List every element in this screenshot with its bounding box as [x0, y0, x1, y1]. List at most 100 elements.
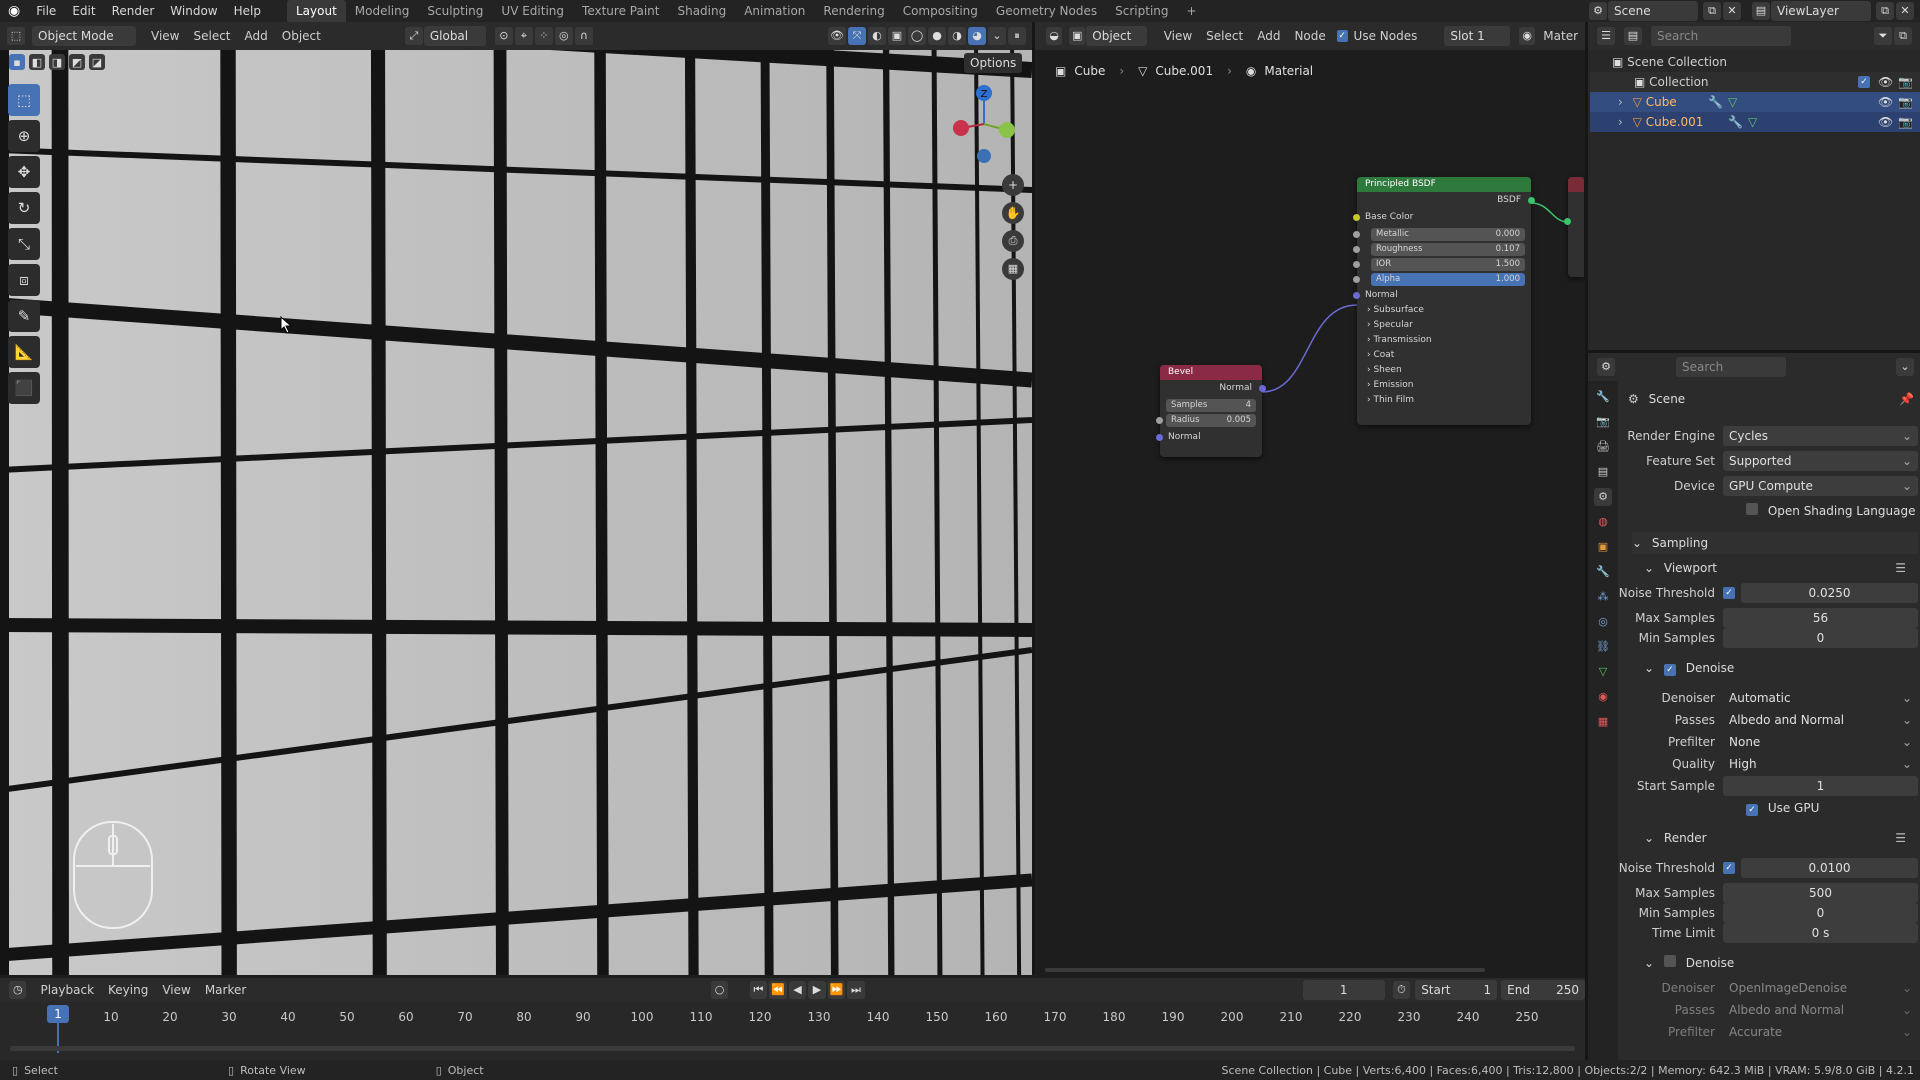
- camera-icon[interactable]: 📷: [1898, 112, 1913, 132]
- cursor-tool-icon[interactable]: ⊕: [8, 120, 40, 152]
- alpha-field[interactable]: Alpha 1.000: [1353, 273, 1525, 286]
- select-box-tool-icon[interactable]: ⬚: [8, 84, 40, 116]
- r-prefilter-dropdown[interactable]: Accurate: [1723, 1022, 1918, 1042]
- zoom-icon[interactable]: +: [1002, 174, 1024, 196]
- material-shading-icon[interactable]: ◑: [948, 27, 966, 45]
- rotate-tool-icon[interactable]: ↻: [8, 192, 40, 224]
- vp-denoise-subpanel-header[interactable]: ⌄ ✓ Denoise: [1644, 657, 1918, 679]
- panel-emission[interactable]: › Emission: [1357, 378, 1531, 393]
- material-output-node[interactable]: [1564, 177, 1584, 277]
- visibility-icon[interactable]: 👁: [828, 27, 846, 45]
- render-engine-dropdown[interactable]: Cycles: [1723, 426, 1918, 446]
- node-menu-select[interactable]: Select: [1199, 26, 1250, 46]
- outliner-search[interactable]: Search: [1651, 26, 1791, 46]
- annotate-tool-icon[interactable]: ✎: [8, 300, 40, 332]
- use-nodes-checkbox[interactable]: ✓: [1336, 30, 1348, 42]
- blender-logo-icon[interactable]: ◉: [0, 0, 28, 22]
- bevel-node-header[interactable]: Bevel: [1160, 365, 1262, 380]
- frame-end-field[interactable]: End 250: [1501, 980, 1585, 1000]
- tool-tab-icon[interactable]: 🔧: [1594, 388, 1612, 406]
- properties-type-icon[interactable]: ⚙: [1597, 358, 1615, 376]
- panel-sheen[interactable]: › Sheen: [1357, 363, 1531, 378]
- time-limit-value[interactable]: 0 s: [1723, 923, 1918, 943]
- snap-target-icon[interactable]: ⁘: [534, 27, 553, 45]
- camera-icon[interactable]: 📷: [1898, 72, 1913, 92]
- tab-texture-paint[interactable]: Texture Paint: [573, 0, 668, 22]
- play-reverse-icon[interactable]: ◀: [788, 981, 807, 999]
- add-workspace-icon[interactable]: +: [1178, 0, 1206, 22]
- eye-icon[interactable]: 👁: [1878, 112, 1893, 132]
- solid-shading-icon[interactable]: ●: [928, 27, 946, 45]
- properties-options-icon[interactable]: ⌄: [1896, 358, 1914, 376]
- new-view-layer-icon[interactable]: ⧉: [1876, 2, 1894, 20]
- tab-geometry-nodes[interactable]: Geometry Nodes: [987, 0, 1106, 22]
- falloff-icon[interactable]: ∩: [574, 27, 593, 45]
- bsdf-output-socket[interactable]: [1528, 197, 1535, 204]
- properties-search[interactable]: Search: [1676, 357, 1786, 377]
- r-noise-threshold-value[interactable]: 0.0100: [1741, 858, 1918, 878]
- object-tab-icon[interactable]: ▣: [1594, 538, 1612, 556]
- r-denoise-subpanel-header[interactable]: ⌄ Denoise: [1644, 952, 1918, 974]
- menu-edit[interactable]: Edit: [64, 0, 103, 22]
- samples-field[interactable]: Samples 4: [1166, 399, 1256, 412]
- slot-selector[interactable]: Slot 1: [1444, 26, 1511, 46]
- viewport-menu-view[interactable]: View: [144, 26, 186, 46]
- tab-compositing[interactable]: Compositing: [894, 0, 987, 22]
- select-new-icon[interactable]: ▪: [9, 54, 25, 70]
- vp-noise-threshold-value[interactable]: 0.0250: [1741, 583, 1918, 603]
- alpha-socket[interactable]: [1353, 276, 1360, 283]
- ior-field[interactable]: IOR 1.500: [1353, 258, 1525, 271]
- presets-list-icon[interactable]: ☰: [1895, 827, 1906, 849]
- overlay-toggle-icon[interactable]: ◐: [868, 27, 886, 45]
- tab-modeling[interactable]: Modeling: [346, 0, 419, 22]
- wireframe-shading-icon[interactable]: ◯: [908, 27, 926, 45]
- camera-view-icon[interactable]: ⎙: [1002, 230, 1024, 252]
- timeline-scrollbar[interactable]: [10, 1046, 1575, 1051]
- proportional-edit-icon[interactable]: ◎: [554, 27, 573, 45]
- measure-tool-icon[interactable]: 📐: [8, 336, 40, 368]
- new-collection-icon[interactable]: ⧉: [1894, 27, 1912, 45]
- texture-tab-icon[interactable]: ▦: [1594, 713, 1612, 731]
- delete-view-layer-icon[interactable]: ✕: [1896, 2, 1914, 20]
- tab-sculpting[interactable]: Sculpting: [418, 0, 492, 22]
- device-dropdown[interactable]: GPU Compute: [1723, 476, 1918, 496]
- viewport-menu-select[interactable]: Select: [186, 26, 237, 46]
- 3d-viewport[interactable]: ▪ ◧ ◨ ◩ ◪ Options Z + ✋ ⎙ ▦: [0, 50, 1032, 975]
- shader-type-icon[interactable]: ▣: [1069, 27, 1086, 45]
- panel-specular[interactable]: › Specular: [1357, 318, 1531, 333]
- view-layer-selector[interactable]: ViewLayer: [1771, 1, 1871, 21]
- delete-scene-icon[interactable]: ✕: [1723, 2, 1741, 20]
- options-button[interactable]: Options: [964, 53, 1023, 73]
- play-icon[interactable]: ▶: [808, 981, 826, 999]
- outliner-collection[interactable]: ▣ Collection ✓ 👁 📷: [1590, 72, 1920, 92]
- render-subpanel-header[interactable]: ⌄ Render ☰: [1644, 827, 1918, 849]
- vp-min-samples-value[interactable]: 0: [1723, 628, 1918, 648]
- vp-noise-threshold-checkbox[interactable]: ✓: [1723, 587, 1735, 599]
- r-min-samples-value[interactable]: 0: [1723, 903, 1918, 923]
- xray-icon[interactable]: ▣: [888, 27, 906, 45]
- menu-file[interactable]: File: [28, 0, 64, 22]
- eye-icon[interactable]: 👁: [1878, 92, 1893, 112]
- r-max-samples-value[interactable]: 500: [1723, 883, 1918, 903]
- roughness-socket[interactable]: [1353, 246, 1360, 253]
- rendered-shading-icon[interactable]: ◕: [968, 27, 986, 45]
- r-denoiser-dropdown[interactable]: OpenImageDenoise: [1723, 978, 1918, 998]
- pan-hand-icon[interactable]: ✋: [1002, 202, 1024, 224]
- material-selector[interactable]: Mater: [1536, 26, 1585, 46]
- pause-render-icon[interactable]: ⏸: [1008, 27, 1026, 45]
- editor-type-icon[interactable]: ⬚: [7, 27, 25, 45]
- move-tool-icon[interactable]: ✥: [8, 156, 40, 188]
- roughness-field[interactable]: Roughness 0.107: [1353, 243, 1525, 256]
- snap-icon[interactable]: ⌖: [514, 27, 533, 45]
- vp-denoise-checkbox[interactable]: ✓: [1663, 664, 1676, 676]
- expand-chevron-icon[interactable]: ›: [1618, 115, 1623, 129]
- outliner-type-icon[interactable]: ☰: [1597, 27, 1615, 45]
- node-menu-node[interactable]: Node: [1287, 26, 1332, 46]
- bevel-node[interactable]: Bevel Normal Samples 4 Radius 0.005 Norm…: [1156, 365, 1266, 457]
- metallic-socket[interactable]: [1353, 231, 1360, 238]
- scene-selector[interactable]: Scene: [1608, 1, 1698, 21]
- menu-help[interactable]: Help: [226, 0, 269, 22]
- transform-tool-icon[interactable]: ⧈: [8, 264, 40, 296]
- ior-socket[interactable]: [1353, 261, 1360, 268]
- tab-layout[interactable]: Layout: [286, 0, 346, 22]
